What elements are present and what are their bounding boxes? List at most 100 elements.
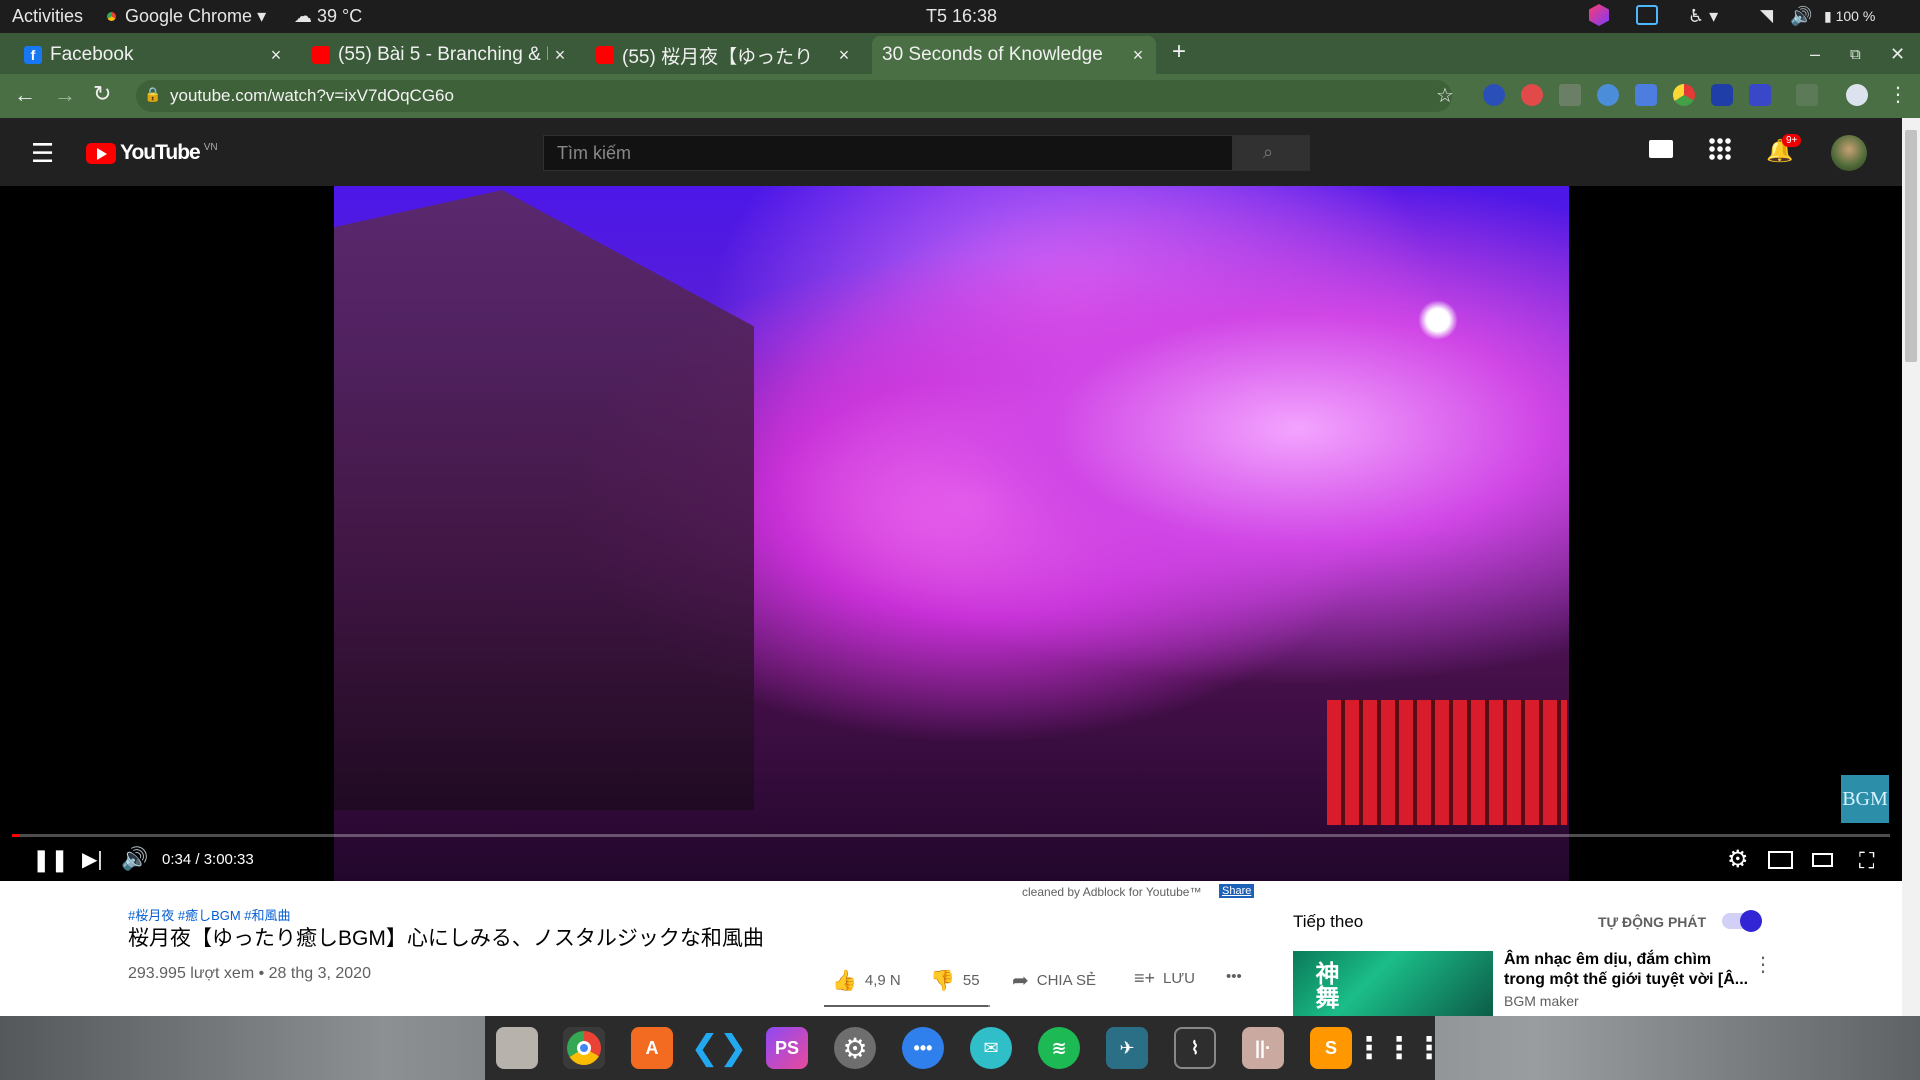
hamburger-menu-icon[interactable]: ☰ [31, 138, 54, 169]
wifi-icon[interactable]: ◥ [1760, 6, 1773, 26]
mixer-icon[interactable]: ||· [1242, 1027, 1284, 1069]
screen-capture-icon[interactable] [1636, 5, 1658, 25]
remote-desktop-icon[interactable]: ✈ [1106, 1027, 1148, 1069]
thumbs-down-icon: 👎 [930, 970, 955, 992]
progress-bar[interactable] [12, 834, 1890, 837]
settings-gear-icon[interactable]: ⚙ [1727, 845, 1749, 874]
close-tab-icon[interactable]: × [548, 45, 572, 66]
sublime-text-icon[interactable]: S [1310, 1027, 1352, 1069]
media-control-icon[interactable] [1796, 84, 1818, 106]
messages-icon[interactable]: ••• [902, 1027, 944, 1069]
accessibility-icon[interactable]: ♿ ▾ [1688, 6, 1718, 27]
url-text[interactable]: youtube.com/watch?v=ixV7dOqCG6o [170, 86, 454, 106]
notification-badge: 9+ [1782, 134, 1802, 147]
app-menu[interactable]: Google Chrome ▾ [104, 6, 266, 27]
extension-j-icon[interactable] [1711, 84, 1733, 106]
phpstorm-icon[interactable]: PS [766, 1027, 808, 1069]
account-avatar[interactable] [1831, 135, 1867, 171]
system-monitor-icon[interactable]: ⌇ [1174, 1027, 1216, 1069]
bookmark-star-icon[interactable]: ☆ [1436, 83, 1454, 108]
thumbnail-text: 神舞 [1311, 961, 1337, 1009]
video-scene-lamp [1418, 300, 1458, 340]
close-tab-icon[interactable]: × [832, 45, 856, 66]
video-views-date: 293.995 lượt xem • 28 thg 3, 2020 [128, 965, 371, 982]
recommended-video-channel[interactable]: BGM maker [1504, 993, 1579, 1009]
more-actions-button[interactable]: ••• [1226, 968, 1242, 985]
adblock-share-link[interactable]: Share [1219, 884, 1255, 898]
spotify-icon[interactable]: ≋ [1038, 1027, 1080, 1069]
files-icon[interactable] [496, 1027, 538, 1069]
battery-indicator[interactable]: ▮ 100 % [1824, 8, 1875, 25]
back-button[interactable]: ← [14, 82, 36, 108]
vscode-icon[interactable]: ❮❯ [691, 1027, 748, 1069]
create-video-icon[interactable] [1649, 140, 1673, 158]
apps-grid-icon[interactable] [1708, 137, 1732, 161]
autoplay-label: TỰ ĐỘNG PHÁT [1598, 914, 1707, 930]
save-label: LƯU [1163, 970, 1196, 987]
tab-sakura[interactable]: (55) 桜月夜【ゆったり × [586, 36, 862, 74]
time-display: 0:34 / 3:00:33 [162, 851, 254, 868]
share-arrow-icon: ➦ [1012, 970, 1029, 992]
mail-icon[interactable]: ✉ [970, 1027, 1012, 1069]
tray-app-icon[interactable] [1589, 4, 1609, 26]
channel-watermark[interactable]: BGM [1841, 775, 1889, 823]
share-button[interactable]: ➦ CHIA SẺ [1012, 968, 1096, 993]
app-store-icon[interactable]: A [631, 1027, 673, 1069]
close-tab-icon[interactable]: × [264, 45, 288, 66]
tab-30-seconds[interactable]: 30 Seconds of Knowledge × [872, 36, 1156, 74]
pause-icon[interactable]: ❚❚ [32, 847, 69, 873]
region-code: VN [203, 141, 218, 153]
weather-widget[interactable]: ☁ 39 °C [294, 6, 362, 27]
chrome-dock-icon[interactable] [563, 1027, 605, 1069]
profile-avatar[interactable] [1846, 84, 1868, 106]
like-ratio-bar [824, 1005, 990, 1007]
theater-mode-icon[interactable] [1812, 853, 1833, 867]
minimize-button[interactable]: – [1810, 44, 1820, 65]
battery-level: 100 % [1835, 8, 1876, 24]
like-button[interactable]: 👍 4,9 N [832, 968, 901, 993]
recommended-video-thumbnail[interactable]: 神舞 [1293, 951, 1493, 1016]
extension-translate-icon[interactable] [1635, 84, 1657, 106]
lock-icon[interactable]: 🔒 [144, 86, 161, 103]
chrome-menu-icon[interactable]: ⋮ [1888, 82, 1908, 107]
youtube-icon [596, 46, 614, 64]
extension-blue-icon[interactable] [1597, 84, 1619, 106]
share-label: CHIA SẺ [1036, 972, 1096, 989]
forward-button[interactable]: → [54, 82, 76, 108]
show-apps-icon[interactable]: ⋮⋮⋮ [1354, 1027, 1444, 1069]
search-input[interactable]: Tìm kiếm [543, 135, 1233, 171]
close-window-button[interactable]: ✕ [1890, 44, 1905, 65]
dislike-button[interactable]: 👎 55 [930, 968, 980, 993]
activities-button[interactable]: Activities [12, 6, 83, 27]
extension-edit-icon[interactable] [1559, 84, 1581, 106]
adblock-note: cleaned by Adblock for Youtube™ [1022, 885, 1202, 899]
video-scene-fence [1327, 700, 1567, 825]
scrollbar-thumb[interactable] [1905, 130, 1917, 362]
extension-js-icon[interactable] [1483, 84, 1505, 106]
next-video-icon[interactable]: ▶| [82, 847, 103, 872]
extension-red-icon[interactable] [1521, 84, 1543, 106]
youtube-wordmark: YouTube [120, 141, 201, 164]
extension-barcode-icon[interactable] [1749, 84, 1771, 106]
recommended-video-menu-icon[interactable]: ⋮ [1753, 952, 1773, 977]
autoplay-toggle-knob[interactable] [1740, 910, 1762, 932]
reload-button[interactable]: ↻ [93, 81, 111, 107]
playlist-add-icon: ≡+ [1134, 968, 1156, 988]
new-tab-button[interactable]: + [1172, 38, 1186, 66]
maximize-button[interactable]: ⧉ [1850, 46, 1861, 63]
youtube-logo[interactable]: YouTube VN [86, 141, 218, 165]
fullscreen-icon[interactable]: ⛶ [1859, 848, 1874, 874]
search-button[interactable]: ⌕ [1233, 135, 1310, 171]
recommended-video-title[interactable]: Âm nhạc êm dịu, đắm chìm trong một thế g… [1504, 950, 1754, 990]
close-tab-icon[interactable]: × [1126, 45, 1150, 66]
save-button[interactable]: ≡+ LƯU [1134, 968, 1195, 989]
tab-facebook[interactable]: f Facebook × [14, 36, 294, 74]
miniplayer-icon[interactable] [1768, 851, 1793, 869]
extension-color-icon[interactable] [1673, 84, 1695, 106]
tab-branching[interactable]: (55) Bài 5 - Branching & M × [302, 36, 578, 74]
volume-icon[interactable]: 🔊 [121, 846, 148, 872]
settings-dock-icon[interactable]: ⚙ [834, 1027, 876, 1069]
volume-icon[interactable]: 🔊 [1790, 6, 1812, 27]
clock[interactable]: T5 16:38 [926, 6, 997, 27]
weather-temp: 39 °C [317, 6, 363, 26]
